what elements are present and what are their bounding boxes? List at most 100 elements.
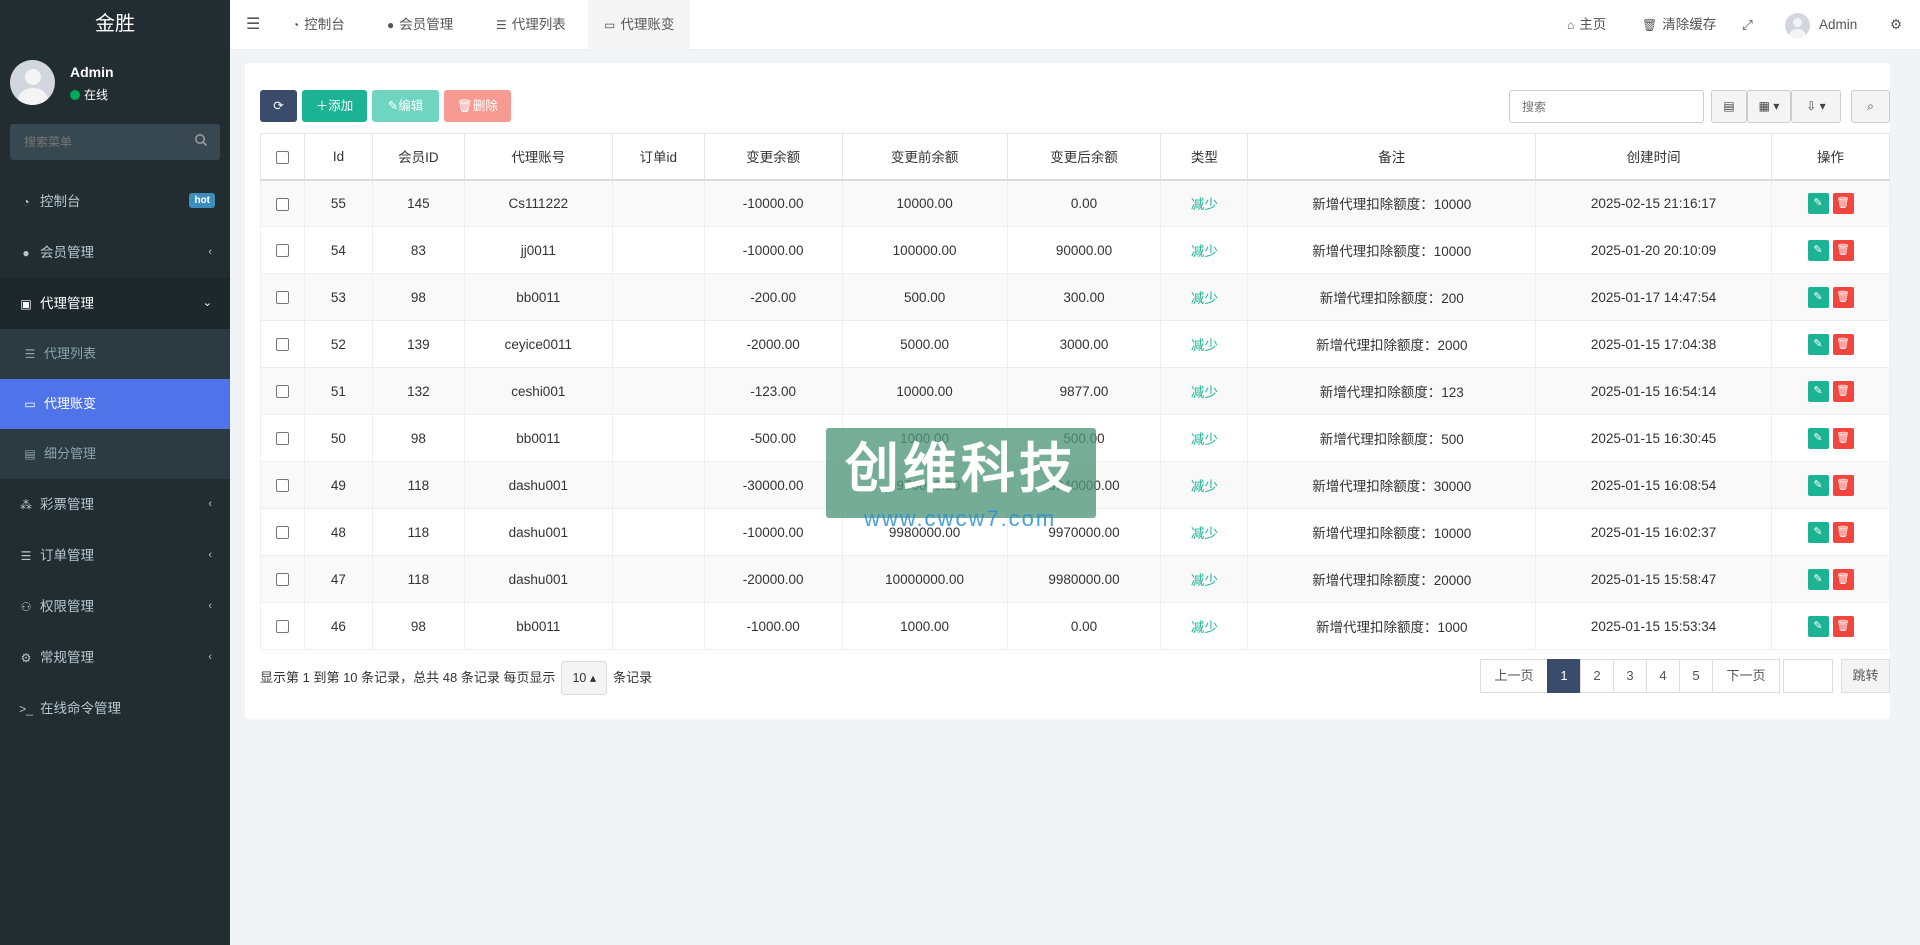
row-edit-button[interactable]: ✎ <box>1808 193 1829 214</box>
cell-order-id <box>612 462 704 509</box>
content-panel: ⟳ ＋添加 ✎编辑 🗑删除 ▤ ▦ ▾ ⇩ ▾ ⌕ Id 会员ID 代理账号 订… <box>245 63 1890 719</box>
col-agent-account[interactable]: 代理账号 <box>464 134 612 180</box>
row-edit-button[interactable]: ✎ <box>1808 240 1829 261</box>
row-delete-button[interactable]: 🗑 <box>1833 616 1854 637</box>
dashboard-icon: ◔ <box>18 177 34 228</box>
table-row[interactable]: 5483jj0011-10000.00100000.0090000.00减少新增… <box>261 227 1890 274</box>
sidebar-item-agent-list[interactable]: ☰代理列表 <box>0 329 230 379</box>
sidebar-item-dashboard[interactable]: ◔控制台hot <box>0 176 230 227</box>
row-edit-button[interactable]: ✎ <box>1808 522 1829 543</box>
search-icon[interactable] <box>194 133 208 147</box>
sidebar-item-orders[interactable]: ☰订单管理‹ <box>0 530 230 581</box>
row-delete-button[interactable]: 🗑 <box>1833 522 1854 543</box>
edit-button[interactable]: ✎编辑 <box>372 90 439 122</box>
row-delete-button[interactable]: 🗑 <box>1833 475 1854 496</box>
sidebar-item-general[interactable]: ⚙常规管理‹ <box>0 632 230 683</box>
select-all-checkbox[interactable] <box>276 151 289 164</box>
col-order-id[interactable]: 订单id <box>612 134 704 180</box>
row-edit-button[interactable]: ✎ <box>1808 475 1829 496</box>
col-id[interactable]: Id <box>304 134 372 180</box>
row-checkbox[interactable] <box>276 432 289 445</box>
row-checkbox[interactable] <box>276 198 289 211</box>
sidebar-item-permissions[interactable]: ⚇权限管理‹ <box>0 581 230 632</box>
sidebar-search-input[interactable] <box>10 124 190 160</box>
table-row[interactable]: 4698bb0011-1000.001000.000.00减少新增代理扣除额度：… <box>261 603 1890 650</box>
row-delete-button[interactable]: 🗑 <box>1833 569 1854 590</box>
tab-agent-balance[interactable]: ▭代理账变 <box>588 0 690 50</box>
export-button[interactable]: ⇩ ▾ <box>1791 90 1841 123</box>
col-change[interactable]: 变更余额 <box>704 134 842 180</box>
jump-button[interactable]: 跳转 <box>1841 659 1890 693</box>
tab-dashboard[interactable]: ◔控制台 <box>292 0 345 50</box>
row-edit-button[interactable]: ✎ <box>1808 569 1829 590</box>
row-checkbox[interactable] <box>276 338 289 351</box>
row-checkbox[interactable] <box>276 244 289 257</box>
prev-page-button[interactable]: 上一页 <box>1480 659 1548 693</box>
table-row[interactable]: 51132ceshi001-123.0010000.009877.00减少新增代… <box>261 368 1890 415</box>
toggle-view-button[interactable]: ▤ <box>1711 90 1747 123</box>
search-input[interactable] <box>1509 90 1704 123</box>
cell-account: dashu001 <box>464 556 612 603</box>
search-button[interactable]: ⌕ <box>1851 90 1890 123</box>
row-checkbox[interactable] <box>276 620 289 633</box>
row-edit-button[interactable]: ✎ <box>1808 428 1829 449</box>
row-delete-button[interactable]: 🗑 <box>1833 428 1854 449</box>
row-delete-button[interactable]: 🗑 <box>1833 193 1854 214</box>
user-circle-icon: ● <box>18 228 34 279</box>
col-type[interactable]: 类型 <box>1161 134 1248 180</box>
sidebar-item-commands[interactable]: >_在线命令管理 <box>0 683 230 734</box>
delete-button[interactable]: 🗑删除 <box>444 90 511 122</box>
cell-account: Cs111222 <box>464 180 612 227</box>
columns-button[interactable]: ▦ ▾ <box>1747 90 1791 123</box>
sidebar-item-agent-balance[interactable]: ▭代理账变 <box>0 379 230 429</box>
col-remark[interactable]: 备注 <box>1248 134 1536 180</box>
select-all-header[interactable] <box>261 134 305 180</box>
row-delete-button[interactable]: 🗑 <box>1833 287 1854 308</box>
table-row[interactable]: 5398bb0011-200.00500.00300.00减少新增代理扣除额度：… <box>261 274 1890 321</box>
home-link[interactable]: ⌂主页 <box>1567 0 1606 50</box>
row-edit-button[interactable]: ✎ <box>1808 287 1829 308</box>
row-checkbox[interactable] <box>276 526 289 539</box>
app-logo[interactable]: 金胜 <box>0 0 230 50</box>
col-created-time[interactable]: 创建时间 <box>1536 134 1772 180</box>
sidebar-item-breakdown[interactable]: ▤细分管理 <box>0 429 230 479</box>
tab-members[interactable]: ●会员管理 <box>387 0 453 50</box>
row-edit-button[interactable]: ✎ <box>1808 616 1829 637</box>
sidebar-item-lottery[interactable]: ⁂彩票管理‹ <box>0 479 230 530</box>
row-delete-button[interactable]: 🗑 <box>1833 334 1854 355</box>
col-member-id[interactable]: 会员ID <box>372 134 464 180</box>
row-checkbox[interactable] <box>276 573 289 586</box>
clear-cache-button[interactable]: 🗑清除缓存 <box>1642 0 1716 50</box>
sidebar-item-agents[interactable]: ▣代理管理⌄ <box>0 278 230 329</box>
row-checkbox[interactable] <box>276 479 289 492</box>
user-menu[interactable]: Admin <box>1785 0 1857 50</box>
tab-agent-list[interactable]: ☰代理列表 <box>496 0 566 50</box>
row-edit-button[interactable]: ✎ <box>1808 381 1829 402</box>
jump-page-input[interactable] <box>1783 659 1833 693</box>
table-row[interactable]: 47118dashu001-20000.0010000000.009980000… <box>261 556 1890 603</box>
col-before[interactable]: 变更前余额 <box>842 134 1007 180</box>
page-size-select[interactable]: 10 ▴ <box>561 661 607 695</box>
cell-account: bb0011 <box>464 603 612 650</box>
row-delete-button[interactable]: 🗑 <box>1833 381 1854 402</box>
next-page-button[interactable]: 下一页 <box>1712 659 1780 693</box>
sidebar-item-members[interactable]: ●会员管理‹ <box>0 227 230 278</box>
page-3-button[interactable]: 3 <box>1613 659 1647 693</box>
row-checkbox[interactable] <box>276 291 289 304</box>
page-1-button[interactable]: 1 <box>1547 659 1581 693</box>
table-row[interactable]: 52139ceyice0011-2000.005000.003000.00减少新… <box>261 321 1890 368</box>
row-edit-button[interactable]: ✎ <box>1808 334 1829 355</box>
settings-button[interactable]: ⚙ <box>1890 0 1902 50</box>
fullscreen-button[interactable]: ⤢ <box>1742 0 1753 50</box>
page-2-button[interactable]: 2 <box>1580 659 1614 693</box>
table-row[interactable]: 55145Cs111222-10000.0010000.000.00减少新增代理… <box>261 180 1890 227</box>
page-5-button[interactable]: 5 <box>1679 659 1713 693</box>
col-after[interactable]: 变更后余额 <box>1007 134 1161 180</box>
add-button[interactable]: ＋添加 <box>302 90 367 122</box>
sidebar-toggle[interactable]: ☰ <box>246 0 260 50</box>
row-checkbox[interactable] <box>276 385 289 398</box>
cell-remark: 新增代理扣除额度：1000 <box>1248 603 1536 650</box>
row-delete-button[interactable]: 🗑 <box>1833 240 1854 261</box>
page-4-button[interactable]: 4 <box>1646 659 1680 693</box>
refresh-button[interactable]: ⟳ <box>260 90 297 122</box>
